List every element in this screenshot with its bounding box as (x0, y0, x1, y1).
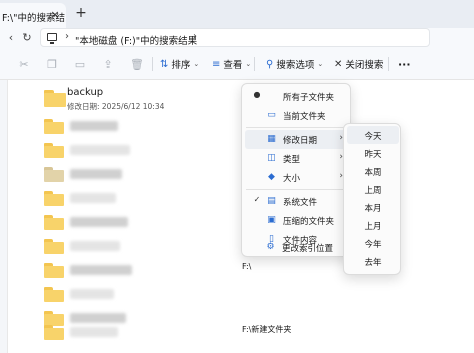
folder-icon (44, 167, 64, 182)
submenu-item-last-month[interactable]: 上月 (347, 216, 399, 234)
refresh-button[interactable]: ↻ (18, 29, 36, 47)
search-options-label: 搜索选项 (276, 60, 315, 71)
zip-folder-icon: ▣ (267, 215, 276, 225)
address-row: ‹ ↻ › "本地磁盘 (F:)"中的搜索结果 › (0, 28, 474, 48)
folder-icon (44, 215, 64, 230)
menu-divider (246, 127, 348, 128)
redacted-text (70, 265, 132, 275)
command-bar: ✂ ❐ ▭ ⇪ 🗑 ⇅ 排序 ⌄ ≡ 查看 ⌄ ⚲ 搜索选项 ⌄ ✕ 关闭搜索 … (0, 48, 474, 80)
search-options-button[interactable]: ⚲ 搜索选项 ⌄ (266, 54, 323, 74)
folder-icon (44, 287, 64, 302)
chevron-down-icon: ⌄ (245, 60, 252, 68)
redacted-text (70, 289, 114, 299)
menu-item-change-index[interactable]: ⚙ 更改索引位置 (244, 238, 348, 257)
calendar-icon: ▦ (267, 134, 276, 144)
menu-divider (246, 189, 348, 190)
more-options-button[interactable]: ··· (398, 54, 411, 74)
copy-icon: ❐ (47, 58, 57, 71)
cut-icon: ✂ (19, 58, 29, 71)
check-icon: ✓ (253, 195, 261, 204)
file-explorer-window: F:\"中的搜索结 × + ‹ ↻ › "本地磁盘 (F:)"中的搜索结果 › … (0, 0, 474, 353)
view-button[interactable]: ≡ 查看 ⌄ (212, 54, 251, 74)
search-options-icon: ⚲ (266, 58, 274, 70)
item-name: backup (67, 87, 104, 98)
menu-item-system-files[interactable]: ✓ ▤ 系统文件 (245, 192, 349, 211)
list-item[interactable]: F:\新建文件夹 (8, 320, 474, 344)
share-icon: ⇪ (103, 58, 113, 71)
folder-icon (44, 119, 64, 134)
menu-item-all-subfolders[interactable]: ● 所有子文件夹 (245, 87, 349, 106)
bullet-icon: ● (253, 90, 261, 99)
folder-icon (44, 191, 64, 206)
search-options-menu: ● 所有子文件夹 ▭ 当前文件夹 ▦ 修改日期 › ◫ 类型 › ◆ 大小 › … (241, 83, 351, 257)
breadcrumb-chevron-icon[interactable]: › (193, 31, 197, 42)
sort-icon: ⇅ (160, 58, 169, 70)
menu-item-zip-folders[interactable]: ▣ 压缩的文件夹 (245, 211, 349, 230)
close-search-button[interactable]: ✕ 关闭搜索 (334, 54, 383, 74)
redacted-text (70, 145, 130, 155)
sort-label: 排序 (171, 60, 191, 71)
submenu-item-today[interactable]: 今天 (347, 126, 399, 144)
size-icon: ◆ (268, 172, 275, 182)
address-bar[interactable]: › "本地磁盘 (F:)"中的搜索结果 › (40, 28, 430, 47)
submenu-item-this-year[interactable]: 今年 (347, 234, 399, 252)
delete-icon: 🗑 (130, 58, 144, 71)
list-item[interactable] (8, 282, 474, 306)
redacted-text (70, 169, 122, 179)
folder-icon (44, 143, 64, 158)
redacted-text (70, 217, 128, 227)
view-label: 查看 (223, 60, 243, 71)
submenu-item-last-week[interactable]: 上周 (347, 180, 399, 198)
modified-date-submenu: 今天 昨天 本周 上周 本月 上月 今年 去年 (343, 123, 401, 275)
folder-icon (44, 325, 64, 340)
toolbar-divider (152, 57, 153, 71)
close-search-label: 关闭搜索 (345, 60, 384, 71)
new-tab-button[interactable]: + (74, 6, 88, 20)
menu-item-type[interactable]: ◫ 类型 › (245, 149, 349, 168)
system-file-icon: ▤ (267, 196, 276, 206)
breadcrumb-search-results[interactable]: "本地磁盘 (F:)"中的搜索结果 (75, 33, 197, 47)
close-icon: ✕ (334, 58, 343, 70)
folder-icon (44, 263, 64, 278)
chevron-down-icon: ⌄ (317, 60, 324, 68)
folder-icon (44, 239, 64, 254)
menu-item-current-folder[interactable]: ▭ 当前文件夹 (245, 106, 349, 125)
item-path: F:\ (242, 262, 252, 271)
rename-icon: ▭ (74, 58, 86, 71)
item-modified-date: 修改日期: 2025/6/12 10:34 (67, 102, 165, 111)
redacted-text (70, 327, 118, 337)
navigation-pane[interactable] (0, 80, 8, 353)
this-pc-icon (47, 33, 57, 44)
submenu-item-last-year[interactable]: 去年 (347, 252, 399, 270)
menu-item-size[interactable]: ◆ 大小 › (245, 168, 349, 187)
toolbar-divider (388, 57, 389, 71)
submenu-item-this-month[interactable]: 本月 (347, 198, 399, 216)
type-icon: ◫ (267, 153, 276, 163)
tab-strip: F:\"中的搜索结 × + (0, 0, 474, 28)
toolbar-divider (254, 57, 255, 71)
folder-icon (44, 90, 66, 107)
view-icon: ≡ (212, 58, 221, 70)
redacted-text (70, 193, 116, 203)
submenu-item-this-week[interactable]: 本周 (347, 162, 399, 180)
redacted-text (70, 121, 118, 131)
submenu-item-yesterday[interactable]: 昨天 (347, 144, 399, 162)
sort-button[interactable]: ⇅ 排序 ⌄ (160, 54, 199, 74)
breadcrumb-chevron-icon[interactable]: › (65, 31, 69, 42)
index-icon: ⚙ (266, 242, 275, 252)
item-path: F:\新建文件夹 (242, 325, 292, 334)
tab-search-results[interactable]: F:\"中的搜索结 × (0, 3, 66, 28)
folder-icon: ▭ (267, 110, 276, 120)
redacted-text (70, 241, 120, 251)
list-item[interactable]: F:\ (8, 258, 474, 282)
close-icon[interactable]: × (48, 8, 62, 22)
chevron-down-icon: ⌄ (193, 60, 200, 68)
menu-item-modified-date[interactable]: ▦ 修改日期 › (245, 130, 349, 149)
